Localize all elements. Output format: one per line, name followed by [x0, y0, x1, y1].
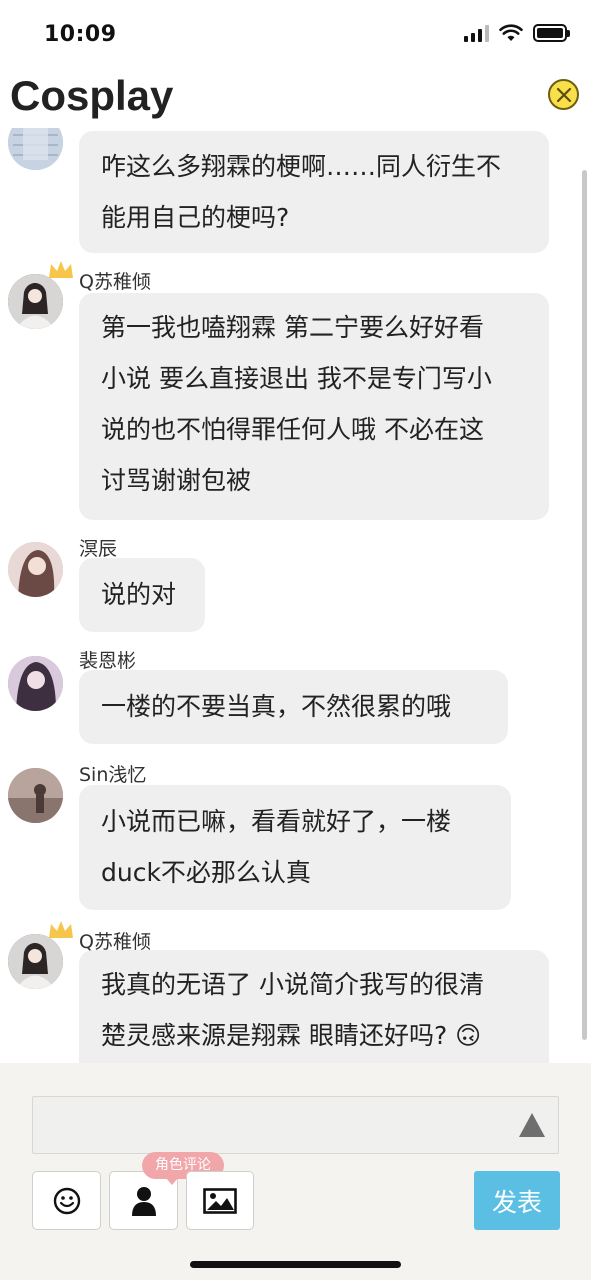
battery-icon [533, 24, 570, 42]
avatar[interactable] [8, 274, 63, 329]
avatar[interactable] [8, 542, 63, 597]
chat-scrollbar[interactable] [582, 170, 587, 1040]
message-bubble[interactable]: 咋这么多翔霖的梗啊……同人衍生不 能用自己的梗吗? [79, 131, 549, 253]
expand-triangle-icon[interactable] [518, 1111, 546, 1139]
page-title: Cosplay [10, 72, 174, 119]
close-icon [556, 87, 571, 102]
image-button[interactable] [186, 1171, 254, 1230]
comment-input[interactable] [32, 1096, 559, 1154]
message-bubble[interactable]: 我真的无语了 小说简介我写的很清 楚灵感来源是翔霖 眼睛还好吗? 🙃 [79, 950, 549, 1063]
message-nickname[interactable]: Sin浅忆 [79, 760, 146, 787]
emoji-button[interactable] [32, 1171, 101, 1230]
close-button[interactable] [548, 79, 579, 110]
message-bubble[interactable]: 小说而已嘛，看看就好了，一楼 duck不必那么认真 [79, 785, 511, 910]
message-line: 小说 要么直接退出 我不是专门写小 [101, 364, 492, 393]
message-line: 说的也不怕得罪任何人哦 不必在这 [101, 415, 484, 444]
status-bar: 10:09 [0, 0, 591, 70]
avatar[interactable] [8, 128, 63, 170]
message-line: 第一我也嗑翔霖 第二宁要么好好看 [101, 313, 484, 342]
chat-list[interactable]: 咋这么多翔霖的梗啊……同人衍生不 能用自己的梗吗? Q苏稚倾 第一我也嗑翔霖 第… [0, 128, 591, 1063]
message-line: 一楼的不要当真，不然很累的哦 [101, 692, 452, 721]
message-line: 小说而已嘛，看看就好了，一楼 [101, 807, 452, 836]
message-bubble[interactable]: 说的对 [79, 558, 205, 632]
message-line: 咋这么多翔霖的梗啊……同人衍生不 [101, 152, 502, 181]
person-icon [131, 1186, 156, 1216]
message-nickname[interactable]: 裴恩彬 [79, 646, 136, 673]
composer: 角色评论 发表 [0, 1063, 591, 1280]
crown-icon [49, 261, 73, 278]
avatar[interactable] [8, 934, 63, 989]
message-bubble[interactable]: 一楼的不要当真，不然很累的哦 [79, 670, 508, 744]
message-line: 讨骂谢谢包被 [101, 466, 252, 495]
message-nickname[interactable]: Q苏稚倾 [79, 267, 151, 294]
cellular-signal-icon [464, 24, 489, 42]
status-icons [464, 24, 570, 42]
message-line: duck不必那么认真 [101, 858, 311, 887]
avatar[interactable] [8, 768, 63, 823]
message-nickname[interactable]: 溟辰 [79, 534, 117, 561]
avatar[interactable] [8, 656, 63, 711]
crown-icon [49, 921, 73, 938]
message-line: 楚灵感来源是翔霖 眼睛还好吗? 🙃 [101, 1021, 482, 1050]
image-icon [203, 1187, 237, 1214]
home-indicator[interactable] [190, 1261, 401, 1268]
send-button[interactable]: 发表 [474, 1171, 560, 1230]
message-bubble[interactable]: 第一我也嗑翔霖 第二宁要么好好看 小说 要么直接退出 我不是专门写小 说的也不怕… [79, 293, 549, 520]
message-line: 说的对 [101, 580, 177, 609]
message-line: 能用自己的梗吗? [101, 203, 290, 232]
message-line: 我真的无语了 小说简介我写的很清 [101, 970, 484, 999]
smiley-icon [53, 1187, 80, 1214]
status-time: 10:09 [44, 22, 117, 47]
wifi-icon [499, 24, 523, 41]
